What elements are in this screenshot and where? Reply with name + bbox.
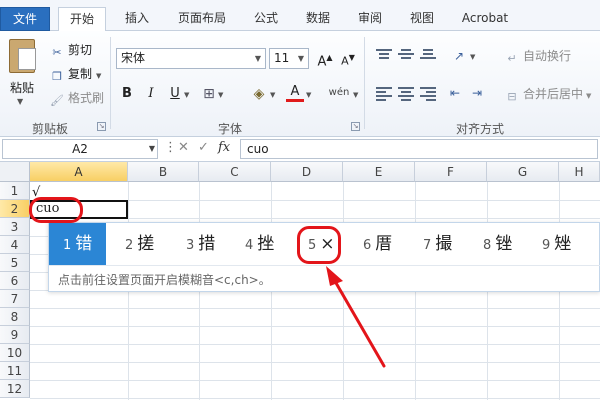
annotation-arrow-icon — [326, 266, 386, 368]
